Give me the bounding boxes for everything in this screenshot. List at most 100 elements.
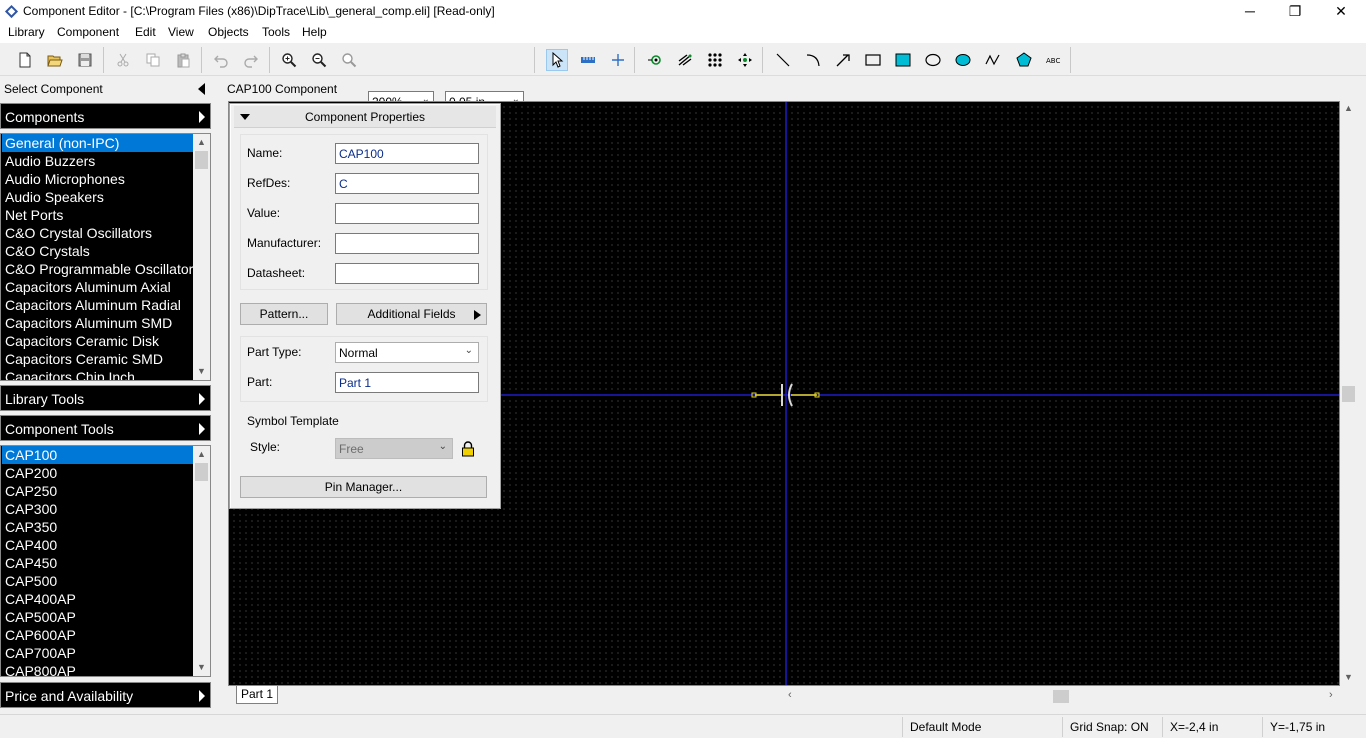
scroll-thumb[interactable] (1342, 386, 1355, 402)
ellipse-icon[interactable] (922, 49, 944, 71)
rectangle-icon[interactable] (862, 49, 884, 71)
component-list-item[interactable]: Capacitors Ceramic Disk (2, 332, 193, 350)
component-list-item[interactable]: Audio Buzzers (2, 152, 193, 170)
filled-rectangle-icon[interactable] (892, 49, 914, 71)
close-button[interactable]: ✕ (1318, 0, 1364, 24)
pattern-button[interactable]: Pattern... (240, 303, 328, 325)
component-list-item[interactable]: Capacitors Chip Inch (2, 368, 193, 380)
polygon-icon[interactable] (1013, 49, 1035, 71)
part-list-item[interactable]: CAP450 (2, 554, 193, 572)
scroll-down-icon[interactable]: ▼ (193, 363, 210, 380)
redo-icon[interactable] (240, 49, 262, 71)
components-list[interactable]: General (non-IPC) Audio Buzzers Audio Micr… (0, 133, 211, 381)
component-tools-section-header[interactable]: Component Tools (0, 415, 211, 441)
restore-button[interactable]: ❐ (1272, 0, 1318, 24)
component-list-item[interactable]: Capacitors Aluminum Axial (2, 278, 193, 296)
style-select[interactable]: Free ⌄ (335, 438, 453, 459)
part-list-item[interactable]: CAP250 (2, 482, 193, 500)
part-list-item[interactable]: CAP350 (2, 518, 193, 536)
component-list-item[interactable]: Capacitors Aluminum Radial (2, 296, 193, 314)
save-icon[interactable] (74, 49, 96, 71)
properties-header[interactable]: Component Properties (234, 106, 496, 128)
scroll-down-icon[interactable]: ▼ (193, 659, 210, 676)
scroll-left-icon[interactable]: ‹ (788, 689, 792, 701)
ruler-icon[interactable] (577, 49, 599, 71)
zoom-out-icon[interactable] (308, 49, 330, 71)
part-type-select[interactable]: Normal ⌄ (335, 342, 479, 363)
polyline-icon[interactable] (982, 49, 1004, 71)
arrow-icon[interactable] (832, 49, 854, 71)
scroll-right-icon[interactable]: › (1329, 689, 1333, 701)
scroll-up-icon[interactable]: ▲ (193, 134, 210, 151)
arc-icon[interactable] (802, 49, 824, 71)
component-list-item[interactable]: C&O Programmable Oscillator (2, 260, 193, 278)
menu-tools[interactable]: Tools (262, 25, 290, 39)
canvas-vertical-scrollbar[interactable]: ▲ ▼ (1340, 101, 1357, 686)
parts-scrollbar[interactable]: ▲ ▼ (193, 446, 210, 676)
line-icon[interactable] (772, 49, 794, 71)
component-list-item[interactable]: Audio Microphones (2, 170, 193, 188)
price-availability-section-header[interactable]: Price and Availability (0, 682, 211, 708)
component-list-item[interactable]: Audio Speakers (2, 188, 193, 206)
part-list-item[interactable]: CAP200 (2, 464, 193, 482)
components-scrollbar[interactable]: ▲ ▼ (193, 134, 210, 380)
text-icon[interactable]: ABC (1043, 49, 1065, 71)
scroll-up-icon[interactable]: ▲ (193, 446, 210, 463)
scroll-down-icon[interactable]: ▼ (1344, 672, 1353, 682)
menu-edit[interactable]: Edit (135, 25, 156, 39)
menu-library[interactable]: Library (8, 25, 45, 39)
menu-objects[interactable]: Objects (208, 25, 249, 39)
part-list-item[interactable]: CAP600AP (2, 626, 193, 644)
lock-icon[interactable] (461, 441, 475, 457)
component-list-item[interactable]: Net Ports (2, 206, 193, 224)
zoom-in-icon[interactable] (278, 49, 300, 71)
menu-view[interactable]: View (168, 25, 194, 39)
undo-icon[interactable] (210, 49, 232, 71)
value-field[interactable] (335, 203, 479, 224)
pin-move-icon[interactable] (734, 49, 756, 71)
datasheet-field[interactable] (335, 263, 479, 284)
parts-list[interactable]: CAP100 CAP200 CAP250 CAP300 CAP350 CAP400 CAP4… (0, 445, 211, 677)
components-section-header[interactable]: Components (0, 103, 211, 129)
additional-fields-button[interactable]: Additional Fields (336, 303, 487, 325)
library-tools-section-header[interactable]: Library Tools (0, 385, 211, 411)
component-list-item[interactable]: Capacitors Ceramic SMD (2, 350, 193, 368)
status-grid-snap[interactable]: Grid Snap: ON (1070, 720, 1149, 734)
part-list-item[interactable]: CAP500AP (2, 608, 193, 626)
open-file-icon[interactable] (44, 49, 66, 71)
scroll-thumb[interactable] (195, 151, 208, 169)
part-list-item[interactable]: CAP300 (2, 500, 193, 518)
scroll-thumb[interactable] (1053, 690, 1069, 703)
part-list-item[interactable]: CAP400AP (2, 590, 193, 608)
collapse-triangle-icon[interactable] (240, 114, 250, 120)
part-list-item[interactable]: CAP800AP (2, 662, 193, 676)
filled-ellipse-icon[interactable] (952, 49, 974, 71)
place-pin-icon[interactable] (644, 49, 666, 71)
paste-icon[interactable] (172, 49, 194, 71)
new-file-icon[interactable] (14, 49, 36, 71)
origin-cross-icon[interactable] (607, 49, 629, 71)
minimize-button[interactable]: ─ (1227, 0, 1273, 24)
component-list-item[interactable]: General (non-IPC) (2, 134, 193, 152)
zoom-fit-icon[interactable] (338, 49, 360, 71)
menu-component[interactable]: Component (57, 25, 119, 39)
pin-matrix-icon[interactable] (704, 49, 726, 71)
component-list-item[interactable]: C&O Crystals (2, 242, 193, 260)
menu-help[interactable]: Help (302, 25, 327, 39)
part-field[interactable]: Part 1 (335, 372, 479, 393)
part-list-item[interactable]: CAP400 (2, 536, 193, 554)
component-list-item[interactable]: C&O Crystal Oscillators (2, 224, 193, 242)
pin-manager-button[interactable]: Pin Manager... (240, 476, 487, 498)
copy-icon[interactable] (142, 49, 164, 71)
collapse-panel-icon[interactable] (198, 83, 205, 95)
part-list-item[interactable]: CAP500 (2, 572, 193, 590)
name-field[interactable]: CAP100 (335, 143, 479, 164)
canvas-horizontal-scrollbar[interactable]: ‹ › (785, 688, 1340, 705)
component-list-item[interactable]: Capacitors Aluminum SMD (2, 314, 193, 332)
part-list-item[interactable]: CAP700AP (2, 644, 193, 662)
refdes-field[interactable]: C (335, 173, 479, 194)
scroll-up-icon[interactable]: ▲ (1344, 103, 1353, 113)
scroll-thumb[interactable] (195, 463, 208, 481)
pin-array-icon[interactable] (674, 49, 696, 71)
tab-part-1[interactable]: Part 1 (236, 686, 278, 704)
